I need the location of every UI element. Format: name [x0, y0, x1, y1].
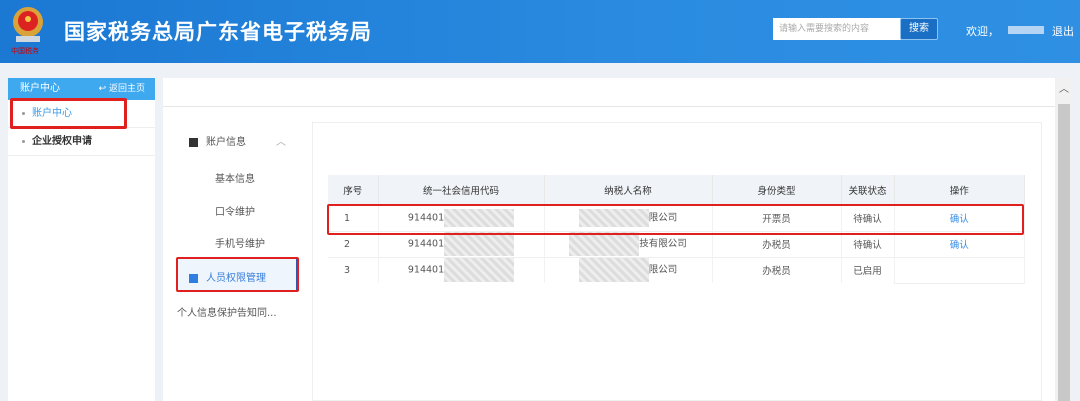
welcome-text: 欢迎， — [966, 25, 999, 38]
col-header: 身份类型 — [712, 175, 842, 205]
nav-item-phone[interactable]: 手机号维护 — [215, 235, 265, 250]
highlight-box — [327, 204, 1024, 235]
scroll-up-icon[interactable]: ︿ — [1059, 80, 1069, 95]
scrollbar-thumb[interactable] — [1058, 104, 1070, 401]
chevron-up-icon: ︿ — [276, 137, 286, 148]
redacted — [444, 232, 515, 256]
col-header: 统一社会信用代码 — [378, 175, 545, 205]
back-home-link[interactable]: ↩ 返回主页 — [99, 78, 145, 100]
nav-item-privacy-notice[interactable]: 个人信息保护告知同... — [177, 304, 277, 319]
content-area: 序号 统一社会信用代码 纳税人名称 身份类型 关联状态 操作 1 914401 … — [312, 122, 1042, 401]
nav-item-basic-info[interactable]: 基本信息 — [215, 170, 255, 185]
sidebar-header: 账户中心 ↩ 返回主页 — [8, 78, 155, 100]
col-header: 操作 — [894, 175, 1025, 205]
cell-action — [894, 256, 1025, 284]
cell-type: 办税员 — [712, 256, 842, 283]
user-name-redacted — [1008, 26, 1044, 34]
col-header: 关联状态 — [841, 175, 895, 205]
redacted — [569, 232, 640, 256]
chart-icon — [189, 137, 198, 147]
highlight-box — [10, 98, 127, 129]
cell-no: 3 — [328, 256, 379, 283]
sidebar-title: 账户中心 — [20, 83, 60, 94]
main-topbar — [163, 78, 1055, 107]
bullet-icon — [22, 139, 25, 143]
redacted — [578, 258, 649, 283]
tax-emblem-logo: 中国税务 — [11, 7, 43, 55]
main-panel: 账户信息 ︿ 基本信息 口令维护 手机号维护 人员权限管理 个人信息保护告知同..… — [163, 78, 1055, 401]
site-title: 国家税务总局广东省电子税务局 — [64, 20, 372, 44]
cell-status: 已启用 — [841, 256, 895, 283]
account-nav: 账户信息 ︿ 基本信息 口令维护 手机号维护 人员权限管理 个人信息保护告知同..… — [163, 108, 311, 401]
top-header: 中国税务 国家税务总局广东省电子税务局 请输入需要搜索的内容 搜索 欢迎， 退出 — [0, 0, 1080, 63]
col-header: 纳税人名称 — [544, 175, 713, 205]
svg-text:中国税务: 中国税务 — [11, 46, 39, 55]
nav-item-password[interactable]: 口令维护 — [215, 203, 255, 218]
cell-name: 限公司 — [544, 256, 713, 283]
back-arrow-icon: ↩ — [98, 84, 109, 94]
col-header: 序号 — [328, 175, 379, 205]
scrollbar[interactable]: ︿ — [1056, 78, 1072, 401]
table-header-row: 序号 统一社会信用代码 纳税人名称 身份类型 关联状态 操作 — [328, 175, 1025, 205]
table-row: 3 914401 限公司 办税员 已启用 — [328, 256, 1025, 284]
search-button[interactable]: 搜索 — [900, 18, 938, 40]
redacted — [444, 258, 515, 283]
cell-code: 914401 — [378, 256, 545, 283]
highlight-box — [176, 257, 299, 292]
search-input[interactable]: 请输入需要搜索的内容 — [773, 18, 901, 40]
nav-group-account-info[interactable]: 账户信息 ︿ — [189, 133, 286, 148]
logout-link[interactable]: 退出 — [1052, 23, 1074, 39]
sidebar-item-enterprise-auth[interactable]: 企业授权申请 — [8, 128, 155, 156]
